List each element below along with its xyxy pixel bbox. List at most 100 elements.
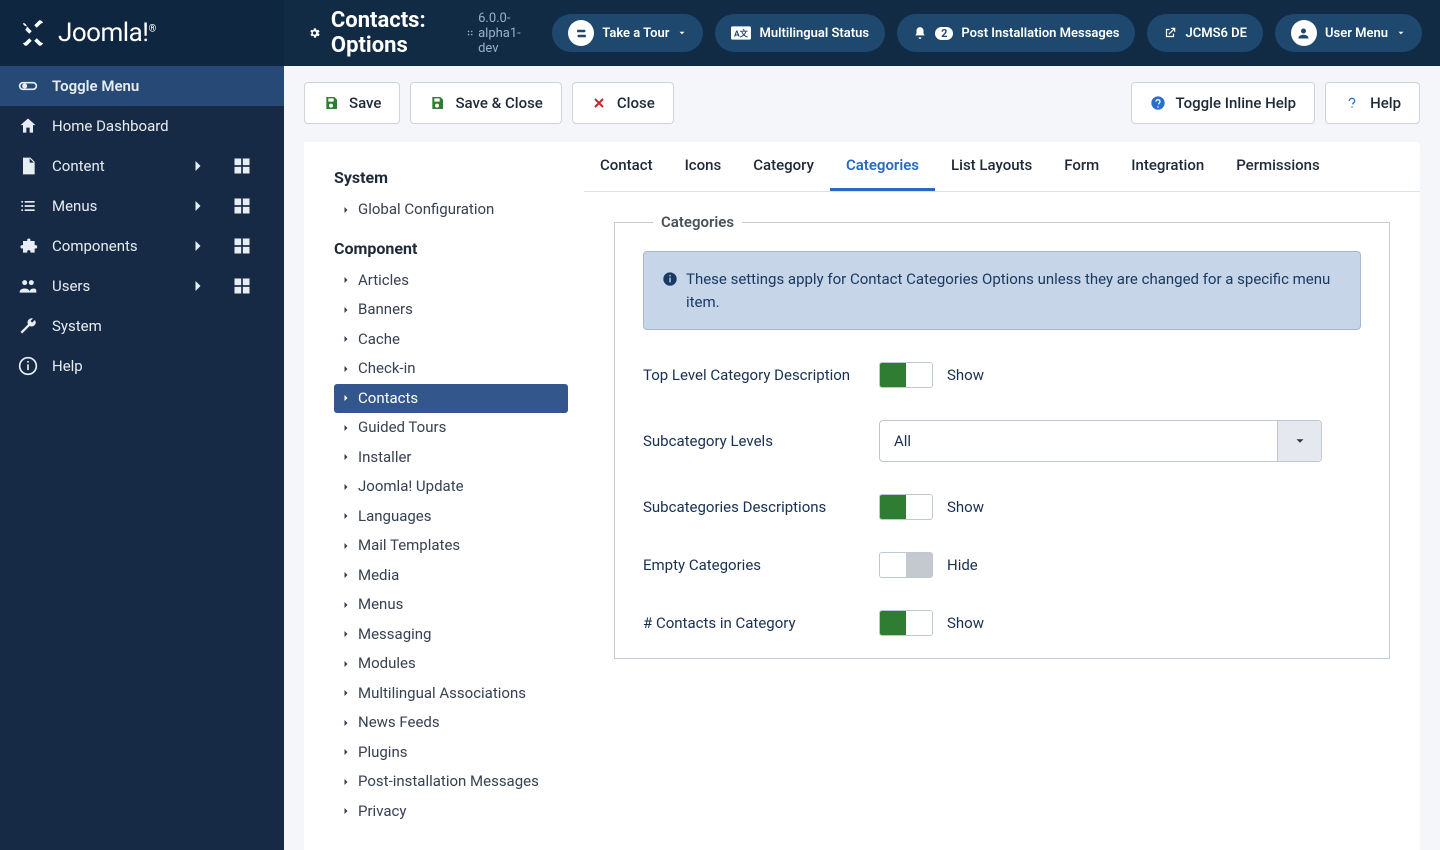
toggle-icon bbox=[18, 76, 38, 96]
svg-text:A文: A文 bbox=[735, 28, 750, 39]
tab-icons[interactable]: Icons bbox=[669, 142, 738, 191]
bell-icon bbox=[913, 26, 927, 40]
chevron-right-icon bbox=[340, 599, 352, 611]
tab-integration[interactable]: Integration bbox=[1115, 142, 1220, 191]
info-icon bbox=[18, 356, 38, 376]
external-link-icon bbox=[1163, 26, 1177, 40]
chevron-right-icon bbox=[340, 628, 352, 640]
nav-item-languages[interactable]: Languages bbox=[334, 502, 568, 532]
field-label: Subcategory Levels bbox=[643, 432, 879, 450]
nav-item-messaging[interactable]: Messaging bbox=[334, 620, 568, 650]
sidebar-item-content[interactable]: Content bbox=[0, 146, 284, 186]
toggle-value-label: Show bbox=[947, 498, 984, 516]
tab-form[interactable]: Form bbox=[1048, 142, 1115, 191]
brand-name: Joomla!® bbox=[58, 18, 156, 48]
info-circle-icon bbox=[662, 271, 678, 287]
toggle-switch[interactable] bbox=[879, 362, 933, 388]
chevron-down-icon bbox=[1293, 434, 1307, 448]
list-icon bbox=[18, 196, 38, 216]
sidebar-item-home[interactable]: Home Dashboard bbox=[0, 106, 284, 146]
nav-global-config[interactable]: Global Configuration bbox=[334, 195, 568, 225]
toggle-menu-button[interactable]: Toggle Menu bbox=[0, 66, 284, 106]
toggle-switch[interactable] bbox=[879, 494, 933, 520]
chevron-down-icon bbox=[1396, 28, 1406, 38]
tab-category[interactable]: Category bbox=[737, 142, 830, 191]
take-tour-button[interactable]: Take a Tour bbox=[552, 14, 703, 52]
language-icon: A文 bbox=[731, 26, 751, 40]
nav-item-installer[interactable]: Installer bbox=[334, 443, 568, 473]
save-close-button[interactable]: Save & Close bbox=[410, 82, 561, 124]
tabs: ContactIconsCategoryCategoriesList Layou… bbox=[584, 142, 1420, 192]
sidebar-item-help[interactable]: Help bbox=[0, 346, 284, 386]
fieldset-legend: Categories bbox=[653, 213, 742, 231]
nav-item-modules[interactable]: Modules bbox=[334, 649, 568, 679]
nav-item-post-installation-messages[interactable]: Post-installation Messages bbox=[334, 767, 568, 797]
grid-icon[interactable] bbox=[232, 156, 252, 176]
multilingual-status-button[interactable]: A文 Multilingual Status bbox=[715, 14, 885, 52]
nav-item-mail-templates[interactable]: Mail Templates bbox=[334, 531, 568, 561]
chevron-right-icon bbox=[340, 658, 352, 670]
toggle-switch[interactable] bbox=[879, 552, 933, 578]
nav-item-cache[interactable]: Cache bbox=[334, 325, 568, 355]
tab-list-layouts[interactable]: List Layouts bbox=[935, 142, 1048, 191]
nav-item-joomla-update[interactable]: Joomla! Update bbox=[334, 472, 568, 502]
nav-item-check-in[interactable]: Check-in bbox=[334, 354, 568, 384]
chevron-right-icon bbox=[340, 363, 352, 375]
chevron-right-icon bbox=[340, 204, 352, 216]
grid-icon[interactable] bbox=[232, 276, 252, 296]
map-signs-icon bbox=[574, 26, 589, 41]
sidebar-item-system[interactable]: System bbox=[0, 306, 284, 346]
nav-item-plugins[interactable]: Plugins bbox=[334, 738, 568, 768]
nav-item-news-feeds[interactable]: News Feeds bbox=[334, 708, 568, 738]
nav-item-articles[interactable]: Articles bbox=[334, 266, 568, 296]
toggle-switch[interactable] bbox=[879, 610, 933, 636]
chevron-right-icon bbox=[340, 776, 352, 788]
home-icon bbox=[18, 116, 38, 136]
file-icon bbox=[18, 156, 38, 176]
nav-item-contacts[interactable]: Contacts bbox=[334, 384, 568, 414]
tab-contact[interactable]: Contact bbox=[584, 142, 669, 191]
chevron-right-icon bbox=[340, 746, 352, 758]
options-panel: ContactIconsCategoryCategoriesList Layou… bbox=[584, 142, 1420, 850]
chevron-right-icon bbox=[340, 687, 352, 699]
grid-icon[interactable] bbox=[232, 236, 252, 256]
sidebar-item-users[interactable]: Users bbox=[0, 266, 284, 306]
nav-item-banners[interactable]: Banners bbox=[334, 295, 568, 325]
chevron-right-icon bbox=[340, 510, 352, 522]
nav-item-privacy[interactable]: Privacy bbox=[334, 797, 568, 827]
brand-bar: Joomla!® bbox=[0, 0, 284, 66]
grid-icon[interactable] bbox=[232, 196, 252, 216]
field-label: Top Level Category Description bbox=[643, 366, 879, 384]
tab-categories[interactable]: Categories bbox=[830, 142, 935, 191]
close-button[interactable]: Close bbox=[572, 82, 674, 124]
help-button[interactable]: Help bbox=[1325, 82, 1420, 124]
chevron-right-icon bbox=[340, 304, 352, 316]
users-icon bbox=[18, 276, 38, 296]
toggle-inline-help-button[interactable]: Toggle Inline Help bbox=[1131, 82, 1316, 124]
form-row: Subcategories DescriptionsShow bbox=[643, 494, 1361, 520]
chevron-right-icon bbox=[340, 274, 352, 286]
select-dropdown[interactable]: All bbox=[879, 420, 1322, 462]
question-circle-icon bbox=[1150, 95, 1166, 111]
chevron-right-icon bbox=[188, 196, 208, 216]
system-heading: System bbox=[334, 168, 568, 187]
nav-item-media[interactable]: Media bbox=[334, 561, 568, 591]
save-button[interactable]: Save bbox=[304, 82, 400, 124]
toolbar: Save Save & Close Close Toggle Inline He… bbox=[304, 82, 1420, 124]
chevron-right-icon bbox=[340, 481, 352, 493]
sidebar-item-menus[interactable]: Menus bbox=[0, 186, 284, 226]
user-menu-button[interactable]: User Menu bbox=[1275, 14, 1422, 52]
post-install-messages-button[interactable]: 2 Post Installation Messages bbox=[897, 14, 1135, 52]
site-link-button[interactable]: JCMS6 DE bbox=[1147, 14, 1263, 52]
header-bar: Contacts: Options 6.0.0-alpha1-dev Take … bbox=[284, 0, 1440, 66]
nav-item-guided-tours[interactable]: Guided Tours bbox=[334, 413, 568, 443]
sidebar-item-components[interactable]: Components bbox=[0, 226, 284, 266]
nav-item-multilingual-associations[interactable]: Multilingual Associations bbox=[334, 679, 568, 709]
page-title: Contacts: Options bbox=[308, 8, 435, 58]
joomla-small-icon bbox=[467, 27, 473, 39]
chevron-right-icon bbox=[340, 805, 352, 817]
nav-item-menus[interactable]: Menus bbox=[334, 590, 568, 620]
form-row: Top Level Category DescriptionShow bbox=[643, 362, 1361, 388]
chevron-right-icon bbox=[340, 333, 352, 345]
tab-permissions[interactable]: Permissions bbox=[1220, 142, 1336, 191]
